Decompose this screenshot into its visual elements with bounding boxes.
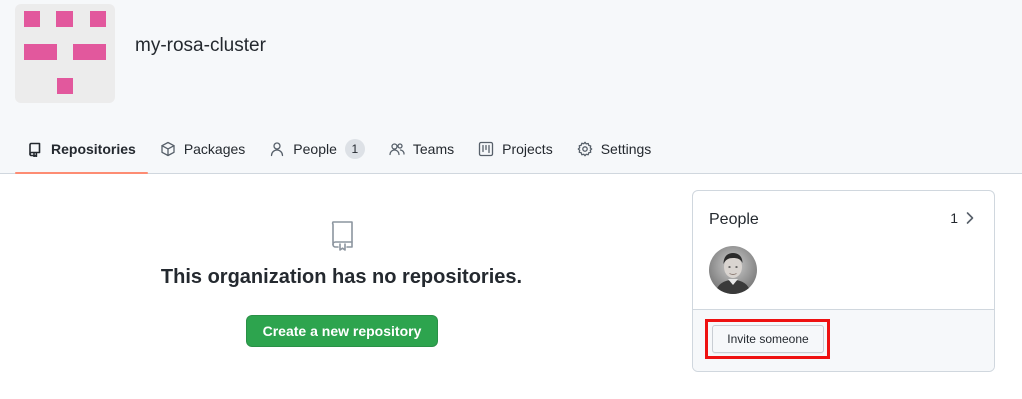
repo-icon <box>29 142 41 157</box>
tab-teams[interactable]: Teams <box>377 125 466 173</box>
chevron-right-icon[interactable] <box>964 211 976 225</box>
tab-settings[interactable]: Settings <box>565 125 664 173</box>
identicon-block <box>57 78 73 94</box>
identicon-block <box>24 44 57 60</box>
identicon-block <box>73 44 106 60</box>
repositories-blankslate: This organization has no repositories. C… <box>0 174 683 399</box>
people-counter: 1 <box>344 139 365 159</box>
tab-label: Projects <box>502 141 553 157</box>
org-avatar[interactable] <box>15 4 115 103</box>
tab-label: Repositories <box>51 141 136 157</box>
people-sidebar-box: People 1 Invite someone <box>692 190 995 372</box>
tab-projects[interactable]: Projects <box>466 125 565 173</box>
tab-packages[interactable]: Packages <box>148 125 257 173</box>
tab-label: Teams <box>412 141 455 157</box>
identicon-block <box>56 11 73 27</box>
empty-state-message: This organization has no repositories. <box>160 266 523 288</box>
org-name: my-rosa-cluster <box>135 35 266 56</box>
org-nav-tabs: Repositories Packages People 1 Teams Pro… <box>15 125 663 174</box>
member-avatar[interactable] <box>709 246 757 294</box>
package-icon <box>161 141 175 157</box>
identicon-block <box>90 11 106 27</box>
people-icon <box>389 143 405 156</box>
tab-people[interactable]: People 1 <box>257 125 377 173</box>
people-box-count[interactable]: 1 <box>950 210 958 226</box>
invite-someone-button[interactable]: Invite someone <box>712 325 824 353</box>
tab-repositories[interactable]: Repositories <box>15 125 148 174</box>
project-icon <box>478 141 494 157</box>
tab-label: Settings <box>600 141 652 157</box>
gear-icon <box>577 141 593 157</box>
person-icon <box>271 142 284 157</box>
create-repository-button[interactable]: Create a new repository <box>246 315 438 347</box>
tab-label: Packages <box>183 141 246 157</box>
people-box-title[interactable]: People <box>709 211 759 229</box>
org-header: my-rosa-cluster Repositories Packages Pe… <box>0 0 1022 174</box>
repo-icon <box>329 220 355 252</box>
invite-highlight-box: Invite someone <box>705 319 830 359</box>
identicon-block <box>24 11 40 27</box>
people-box-footer: Invite someone <box>693 309 994 371</box>
tab-label: People <box>293 141 337 157</box>
